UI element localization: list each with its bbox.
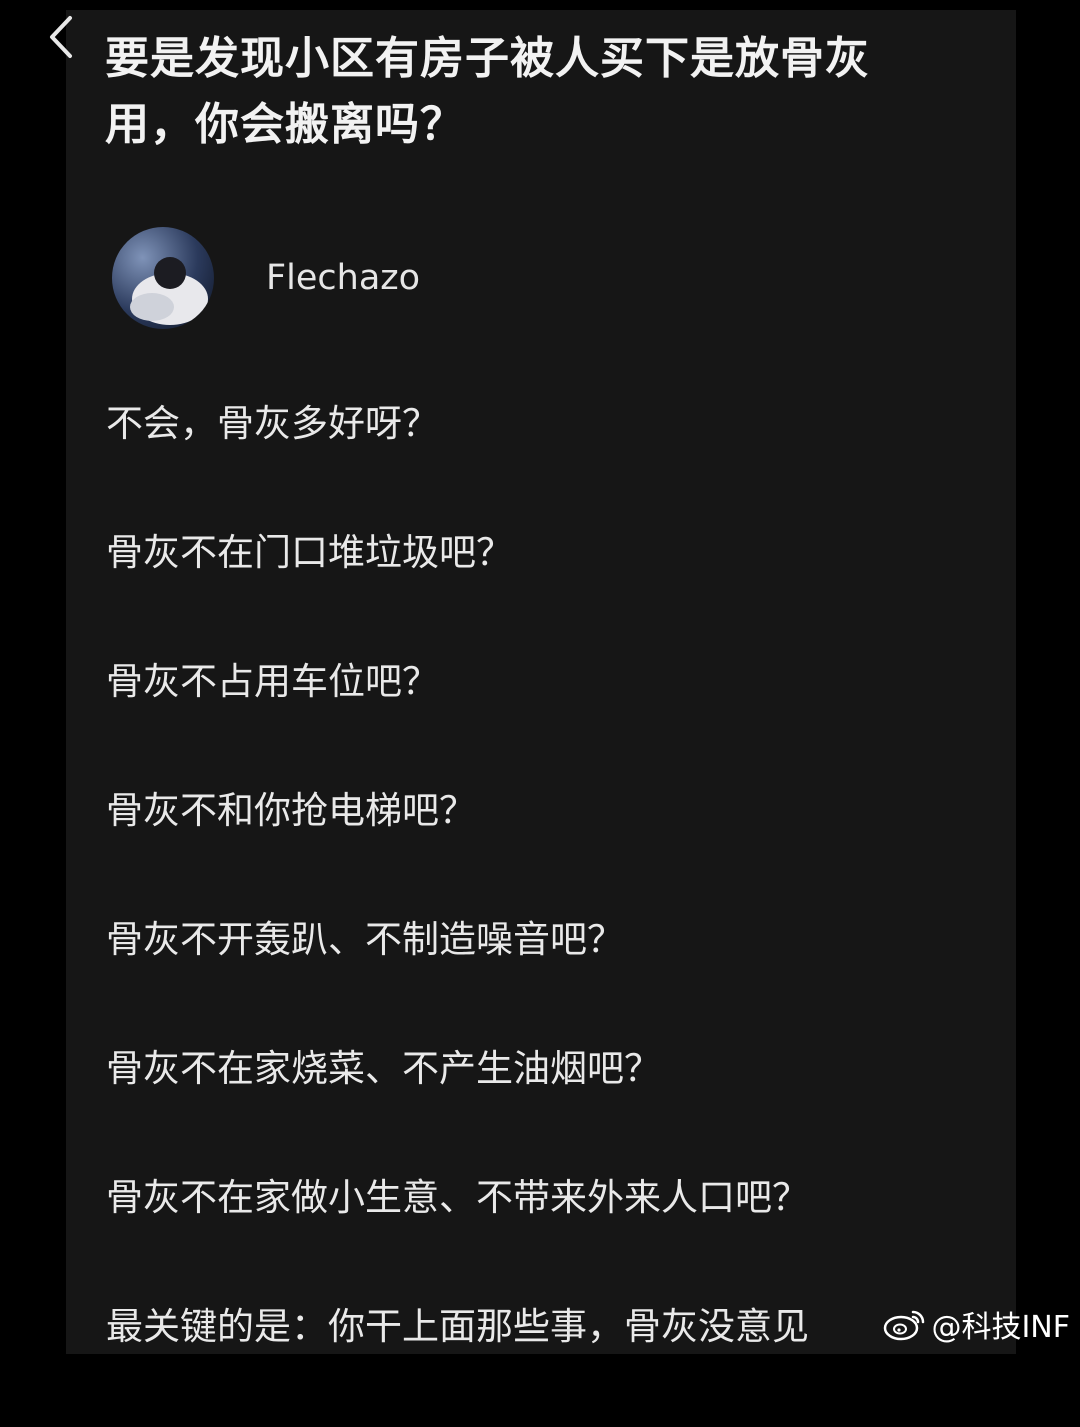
answer-text: 不会，骨灰多好呀？ 骨灰不在门口堆垃圾吧？ 骨灰不占用车位吧？ 骨灰不和你抢电梯… xyxy=(106,395,809,1427)
weibo-logo-icon xyxy=(884,1310,925,1341)
watermark-text: @科技INF xyxy=(931,1310,1070,1345)
answer-line: 骨灰不在门口堆垃圾吧？ xyxy=(106,531,513,574)
answer-line: 骨灰不在家烧菜、不产生油烟吧？ xyxy=(106,1047,661,1090)
chevron-left-icon xyxy=(50,16,72,58)
question-title: 要是发现小区有房子被人买下是放骨灰用，你会搬离吗？ xyxy=(105,33,870,150)
avatar[interactable] xyxy=(112,227,214,329)
author-name[interactable]: Flechazo xyxy=(266,258,420,298)
weibo-watermark: @科技INF xyxy=(883,1302,1070,1346)
answer-author: Flechazo xyxy=(112,227,420,329)
answer-line: 骨灰不占用车位吧？ xyxy=(106,660,439,703)
back-button[interactable] xyxy=(40,12,84,62)
avatar-image xyxy=(112,227,214,329)
answer-line: 骨灰不在家做小生意、不带来外来人口吧？ xyxy=(106,1176,809,1219)
answer-line: 骨灰不开轰趴、不制造噪音吧？ xyxy=(106,918,624,961)
answer-line: 不会，骨灰多好呀？ xyxy=(106,402,439,445)
answer-line: 最关键的是：你干上面那些事，骨灰没意见 xyxy=(106,1305,809,1348)
answer-line: 骨灰不和你抢电梯吧？ xyxy=(106,789,476,832)
